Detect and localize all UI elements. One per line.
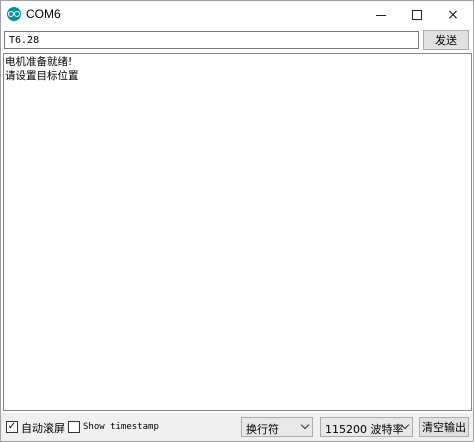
minimize-icon: [376, 14, 386, 16]
maximize-icon: [412, 10, 422, 20]
chevron-down-icon: [300, 420, 310, 430]
bottom-toolbar: ✓ 自动滚屏 Show timestamp 换行符 115200 波特率 清空输…: [1, 413, 473, 441]
send-button[interactable]: 发送: [423, 30, 469, 50]
baud-rate-value: 115200 波特率: [325, 423, 404, 436]
serial-output[interactable]: 电机准备就绪! 请设置目标位置: [3, 53, 472, 411]
arduino-icon: [7, 7, 21, 21]
output-line: 电机准备就绪!: [5, 56, 73, 68]
serial-monitor-window: COM6 × 发送 电机准备就绪! 请设置目标位置 ✓ 自动滚屏 Show ti…: [0, 0, 474, 442]
line-ending-value: 换行符: [246, 423, 279, 436]
maximize-button[interactable]: [399, 1, 435, 29]
check-icon: ✓: [7, 421, 17, 432]
timestamp-label[interactable]: Show timestamp: [83, 422, 159, 432]
autoscroll-label[interactable]: 自动滚屏: [21, 420, 65, 436]
close-button[interactable]: ×: [435, 1, 471, 29]
window-title: COM6: [26, 7, 61, 21]
timestamp-checkbox[interactable]: [68, 421, 80, 433]
line-ending-select[interactable]: 换行符: [241, 417, 313, 437]
minimize-button[interactable]: [363, 1, 399, 29]
title-bar[interactable]: COM6 ×: [1, 1, 473, 29]
output-line: 请设置目标位置: [5, 70, 79, 82]
send-input[interactable]: [4, 31, 419, 49]
close-icon: ×: [447, 7, 459, 23]
autoscroll-checkbox[interactable]: ✓: [6, 421, 18, 433]
clear-output-button[interactable]: 清空输出: [419, 417, 469, 437]
baud-rate-select[interactable]: 115200 波特率: [320, 417, 413, 437]
